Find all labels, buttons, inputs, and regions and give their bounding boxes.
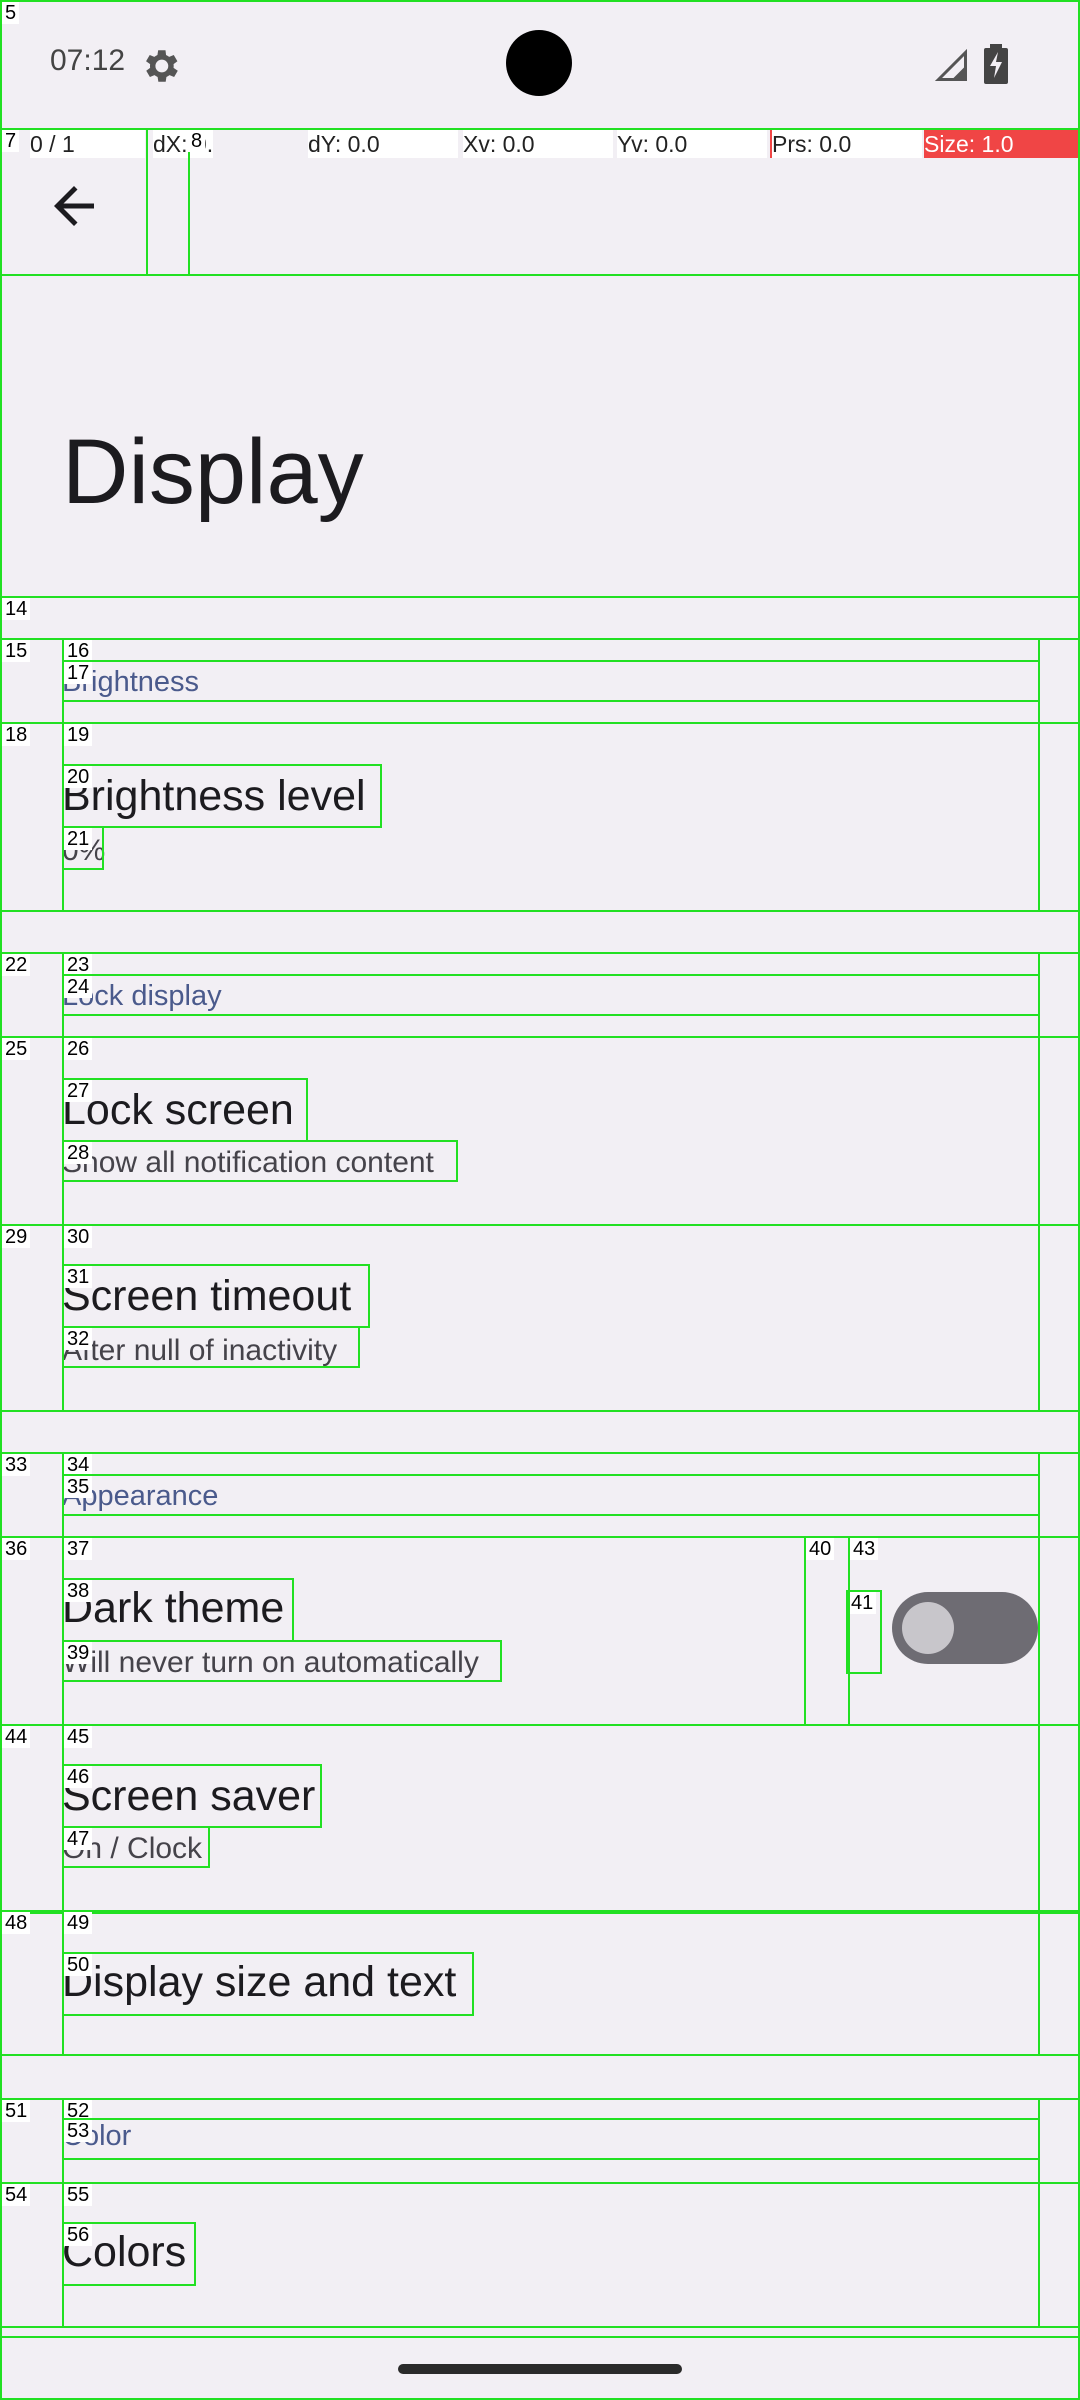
overlay-tag: 25 [2,1038,31,1060]
overlay-box-31: 31 [62,1264,370,1328]
overlay-box-38: 38 [62,1578,294,1642]
overlay-tag: 30 [64,1226,93,1248]
overlay-tag: 54 [2,2184,31,2206]
overlay-tag: 17 [64,662,93,684]
overlay-tag: 16 [64,640,93,662]
overlay-tag: 40 [806,1538,835,1560]
overlay-tag: 28 [64,1142,93,1164]
overlay-box-14: 14 [0,596,1080,640]
overlay-box-list-end [0,2326,1080,2338]
overlay-box-24: 24 [62,974,1040,1016]
overlay-box-back [0,128,148,276]
overlay-tag: 47 [64,1828,93,1850]
overlay-tag: 56 [64,2224,93,2246]
overlay-tag: 32 [64,1328,93,1350]
overlay-tag: 22 [2,954,31,976]
overlay-tag: 53 [64,2120,93,2142]
overlay-tag: 39 [64,1642,93,1664]
overlay-box-46: 46 [62,1764,322,1828]
overlay-box-39: 39 [62,1640,502,1682]
overlay-box-55: 55 [62,2182,1040,2328]
overlay-box-43: 43 [848,1536,1040,1726]
overlay-tag: 24 [64,976,93,998]
overlay-tag: 8 [188,130,206,152]
overlay-tag: 33 [2,1454,31,1476]
overlay-box-header [0,274,1080,598]
overlay-box-35: 35 [62,1474,1040,1516]
overlay-tag: 14 [2,598,31,620]
overlay-tag: 43 [850,1538,879,1560]
overlay-tag: 15 [2,640,31,662]
overlay-tag: 26 [64,1038,93,1060]
overlay-tag: 21 [64,828,93,850]
overlay-tag: 34 [64,1454,93,1476]
overlay-box-8: 8 [146,128,206,276]
overlay-tag: 36 [2,1538,31,1560]
overlay-tag: 51 [2,2100,31,2122]
overlay-box-56: 56 [62,2222,196,2286]
overlay-tag: 27 [64,1080,93,1102]
overlay-tag: 37 [64,1538,93,1560]
overlay-box-20: 20 [62,764,382,828]
overlay-tag: 50 [64,1954,93,1976]
overlay-tag: 55 [64,2184,93,2206]
overlay-tag: 45 [64,1726,93,1748]
overlay-tag: 49 [64,1912,93,1934]
overlay-box-47: 47 [62,1826,210,1868]
overlay-box-28: 28 [62,1140,458,1182]
overlay-tag: 46 [64,1766,93,1788]
overlay-tag: 44 [2,1726,31,1748]
overlay-tag: 31 [64,1266,93,1288]
overlay-tag: 19 [64,724,93,746]
overlay-tag: 29 [2,1226,31,1248]
overlay-box-32: 32 [62,1326,360,1368]
overlay-tag: 48 [2,1912,31,1934]
overlay-tag: 5 [2,2,20,24]
overlay-box-50: 50 [62,1952,474,2016]
overlay-tag: 23 [64,954,93,976]
overlay-tag: 18 [2,724,31,746]
overlay-box-21: 21 [62,826,104,870]
overlay-box-27: 27 [62,1078,308,1142]
overlay-box-40: 40 [804,1536,850,1726]
overlay-tag: 38 [64,1580,93,1602]
overlay-tag: 20 [64,766,93,788]
overlay-box-17: 17 [62,660,1040,702]
overlay-tag: 35 [64,1476,93,1498]
overlay-box-53: 53 [62,2118,1040,2160]
